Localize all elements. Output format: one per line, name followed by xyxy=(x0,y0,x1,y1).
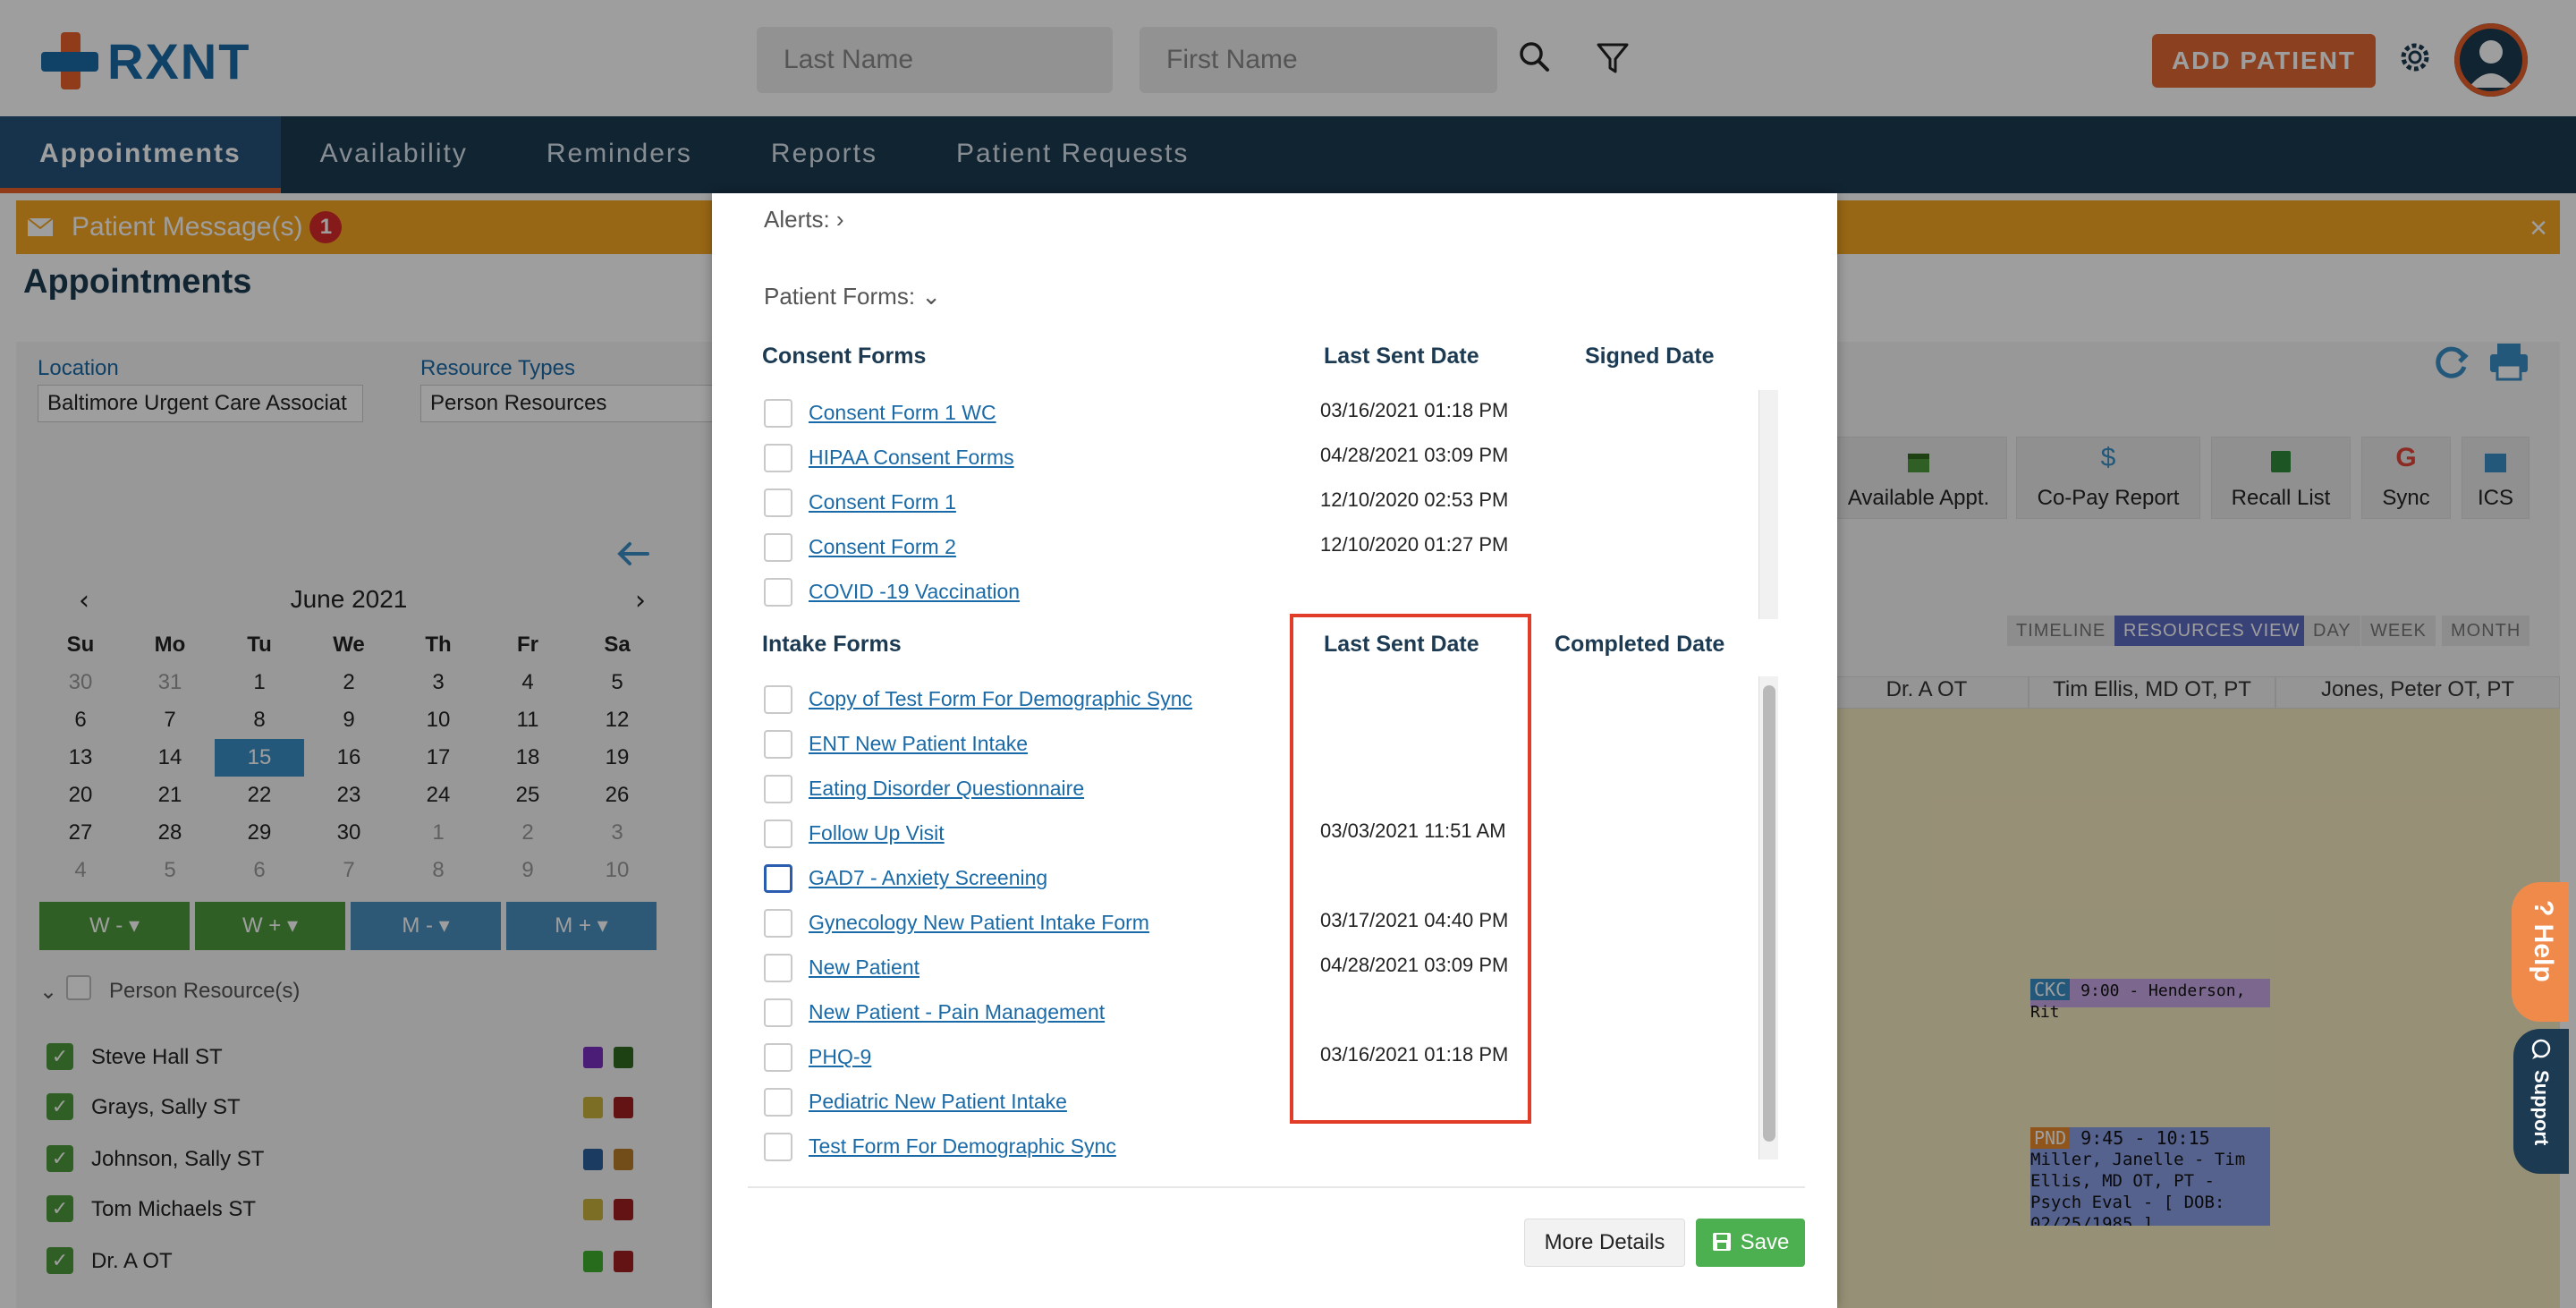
last-sent-date: 04/28/2021 03:09 PM xyxy=(1320,444,1509,466)
last-sent-date: 03/16/2021 01:18 PM xyxy=(1320,399,1509,421)
form-checkbox[interactable] xyxy=(764,775,792,803)
form-checkbox[interactable] xyxy=(764,954,792,982)
form-checkbox[interactable] xyxy=(764,488,792,517)
patient-forms-toggle[interactable]: Patient Forms: ⌄ xyxy=(764,283,941,310)
form-row: Test Form For Demographic Sync xyxy=(764,1129,1748,1165)
form-link[interactable]: GAD7 - Anxiety Screening xyxy=(809,866,1047,890)
form-link[interactable]: Eating Disorder Questionnaire xyxy=(809,777,1084,801)
form-row: HIPAA Consent Forms 04/28/2021 03:09 PM xyxy=(764,440,1748,476)
form-link[interactable]: COVID -19 Vaccination xyxy=(809,580,1020,604)
form-row: Consent Form 1 12/10/2020 02:53 PM xyxy=(764,485,1748,521)
form-row: New Patient 04/28/2021 03:09 PM xyxy=(764,950,1748,986)
last-sent-date: 12/10/2020 01:27 PM xyxy=(1320,533,1509,556)
form-link[interactable]: PHQ-9 xyxy=(809,1045,871,1069)
form-checkbox[interactable] xyxy=(764,998,792,1027)
form-link[interactable]: Follow Up Visit xyxy=(809,821,945,845)
form-checkbox[interactable] xyxy=(764,909,792,938)
form-link[interactable]: Consent Form 1 xyxy=(809,490,956,514)
form-link[interactable]: HIPAA Consent Forms xyxy=(809,446,1014,470)
form-link[interactable]: ENT New Patient Intake xyxy=(809,732,1028,756)
form-row: Consent Form 2 12/10/2020 01:27 PM xyxy=(764,530,1748,565)
form-row: ENT New Patient Intake xyxy=(764,726,1748,762)
form-link[interactable]: Pediatric New Patient Intake xyxy=(809,1090,1067,1114)
form-link[interactable]: New Patient xyxy=(809,956,919,980)
form-row: Pediatric New Patient Intake xyxy=(764,1084,1748,1120)
form-row: Consent Form 1 WC 03/16/2021 01:18 PM xyxy=(764,395,1748,431)
chat-bubble-icon xyxy=(2531,1039,2551,1059)
form-checkbox[interactable] xyxy=(764,685,792,714)
consent-last-sent-header: Last Sent Date xyxy=(1324,344,1479,369)
form-link[interactable]: Test Form For Demographic Sync xyxy=(809,1134,1116,1159)
form-row: Copy of Test Form For Demographic Sync xyxy=(764,682,1748,718)
save-disk-icon xyxy=(1712,1233,1731,1251)
intake-scrollbar[interactable] xyxy=(1758,676,1778,1159)
more-details-button[interactable]: More Details xyxy=(1524,1219,1685,1267)
form-checkbox[interactable] xyxy=(764,444,792,472)
form-checkbox[interactable] xyxy=(764,864,792,893)
consent-signed-header: Signed Date xyxy=(1585,344,1715,369)
consent-forms-title: Consent Forms xyxy=(762,344,927,369)
form-link[interactable]: Gynecology New Patient Intake Form xyxy=(809,911,1149,935)
intake-completed-header: Completed Date xyxy=(1555,632,1725,657)
last-sent-date: 12/10/2020 02:53 PM xyxy=(1320,488,1509,511)
form-row: GAD7 - Anxiety Screening xyxy=(764,861,1748,896)
modal-footer-divider xyxy=(748,1186,1805,1188)
form-link[interactable]: New Patient - Pain Management xyxy=(809,1000,1105,1024)
patient-forms-modal: Alerts: › Patient Forms: ⌄ Consent Forms… xyxy=(712,193,1837,1308)
form-checkbox[interactable] xyxy=(764,1043,792,1072)
form-checkbox[interactable] xyxy=(764,1088,792,1117)
intake-forms-title: Intake Forms xyxy=(762,632,902,657)
form-row: Follow Up Visit 03/03/2021 11:51 AM xyxy=(764,816,1748,852)
save-button[interactable]: Save xyxy=(1696,1219,1805,1267)
form-checkbox[interactable] xyxy=(764,820,792,848)
alerts-toggle[interactable]: Alerts: › xyxy=(764,206,844,234)
form-row: New Patient - Pain Management xyxy=(764,995,1748,1031)
form-checkbox[interactable] xyxy=(764,1133,792,1161)
help-widget[interactable]: ? Help xyxy=(2512,882,2569,1022)
support-widget[interactable]: Support xyxy=(2513,1029,2569,1174)
form-link[interactable]: Consent Form 2 xyxy=(809,535,956,559)
form-row: PHQ-9 03/16/2021 01:18 PM xyxy=(764,1040,1748,1075)
form-checkbox[interactable] xyxy=(764,730,792,759)
form-checkbox[interactable] xyxy=(764,399,792,428)
last-sent-date-highlight xyxy=(1290,614,1531,1124)
form-row: Eating Disorder Questionnaire xyxy=(764,771,1748,807)
form-checkbox[interactable] xyxy=(764,533,792,562)
form-row: COVID -19 Vaccination xyxy=(764,574,1748,610)
form-link[interactable]: Consent Form 1 WC xyxy=(809,401,996,425)
modal-body: Alerts: › Patient Forms: ⌄ Consent Forms… xyxy=(726,193,1823,1285)
form-row: Gynecology New Patient Intake Form 03/17/… xyxy=(764,905,1748,941)
form-link[interactable]: Copy of Test Form For Demographic Sync xyxy=(809,687,1192,711)
form-checkbox[interactable] xyxy=(764,578,792,607)
consent-scrollbar[interactable] xyxy=(1758,390,1778,619)
